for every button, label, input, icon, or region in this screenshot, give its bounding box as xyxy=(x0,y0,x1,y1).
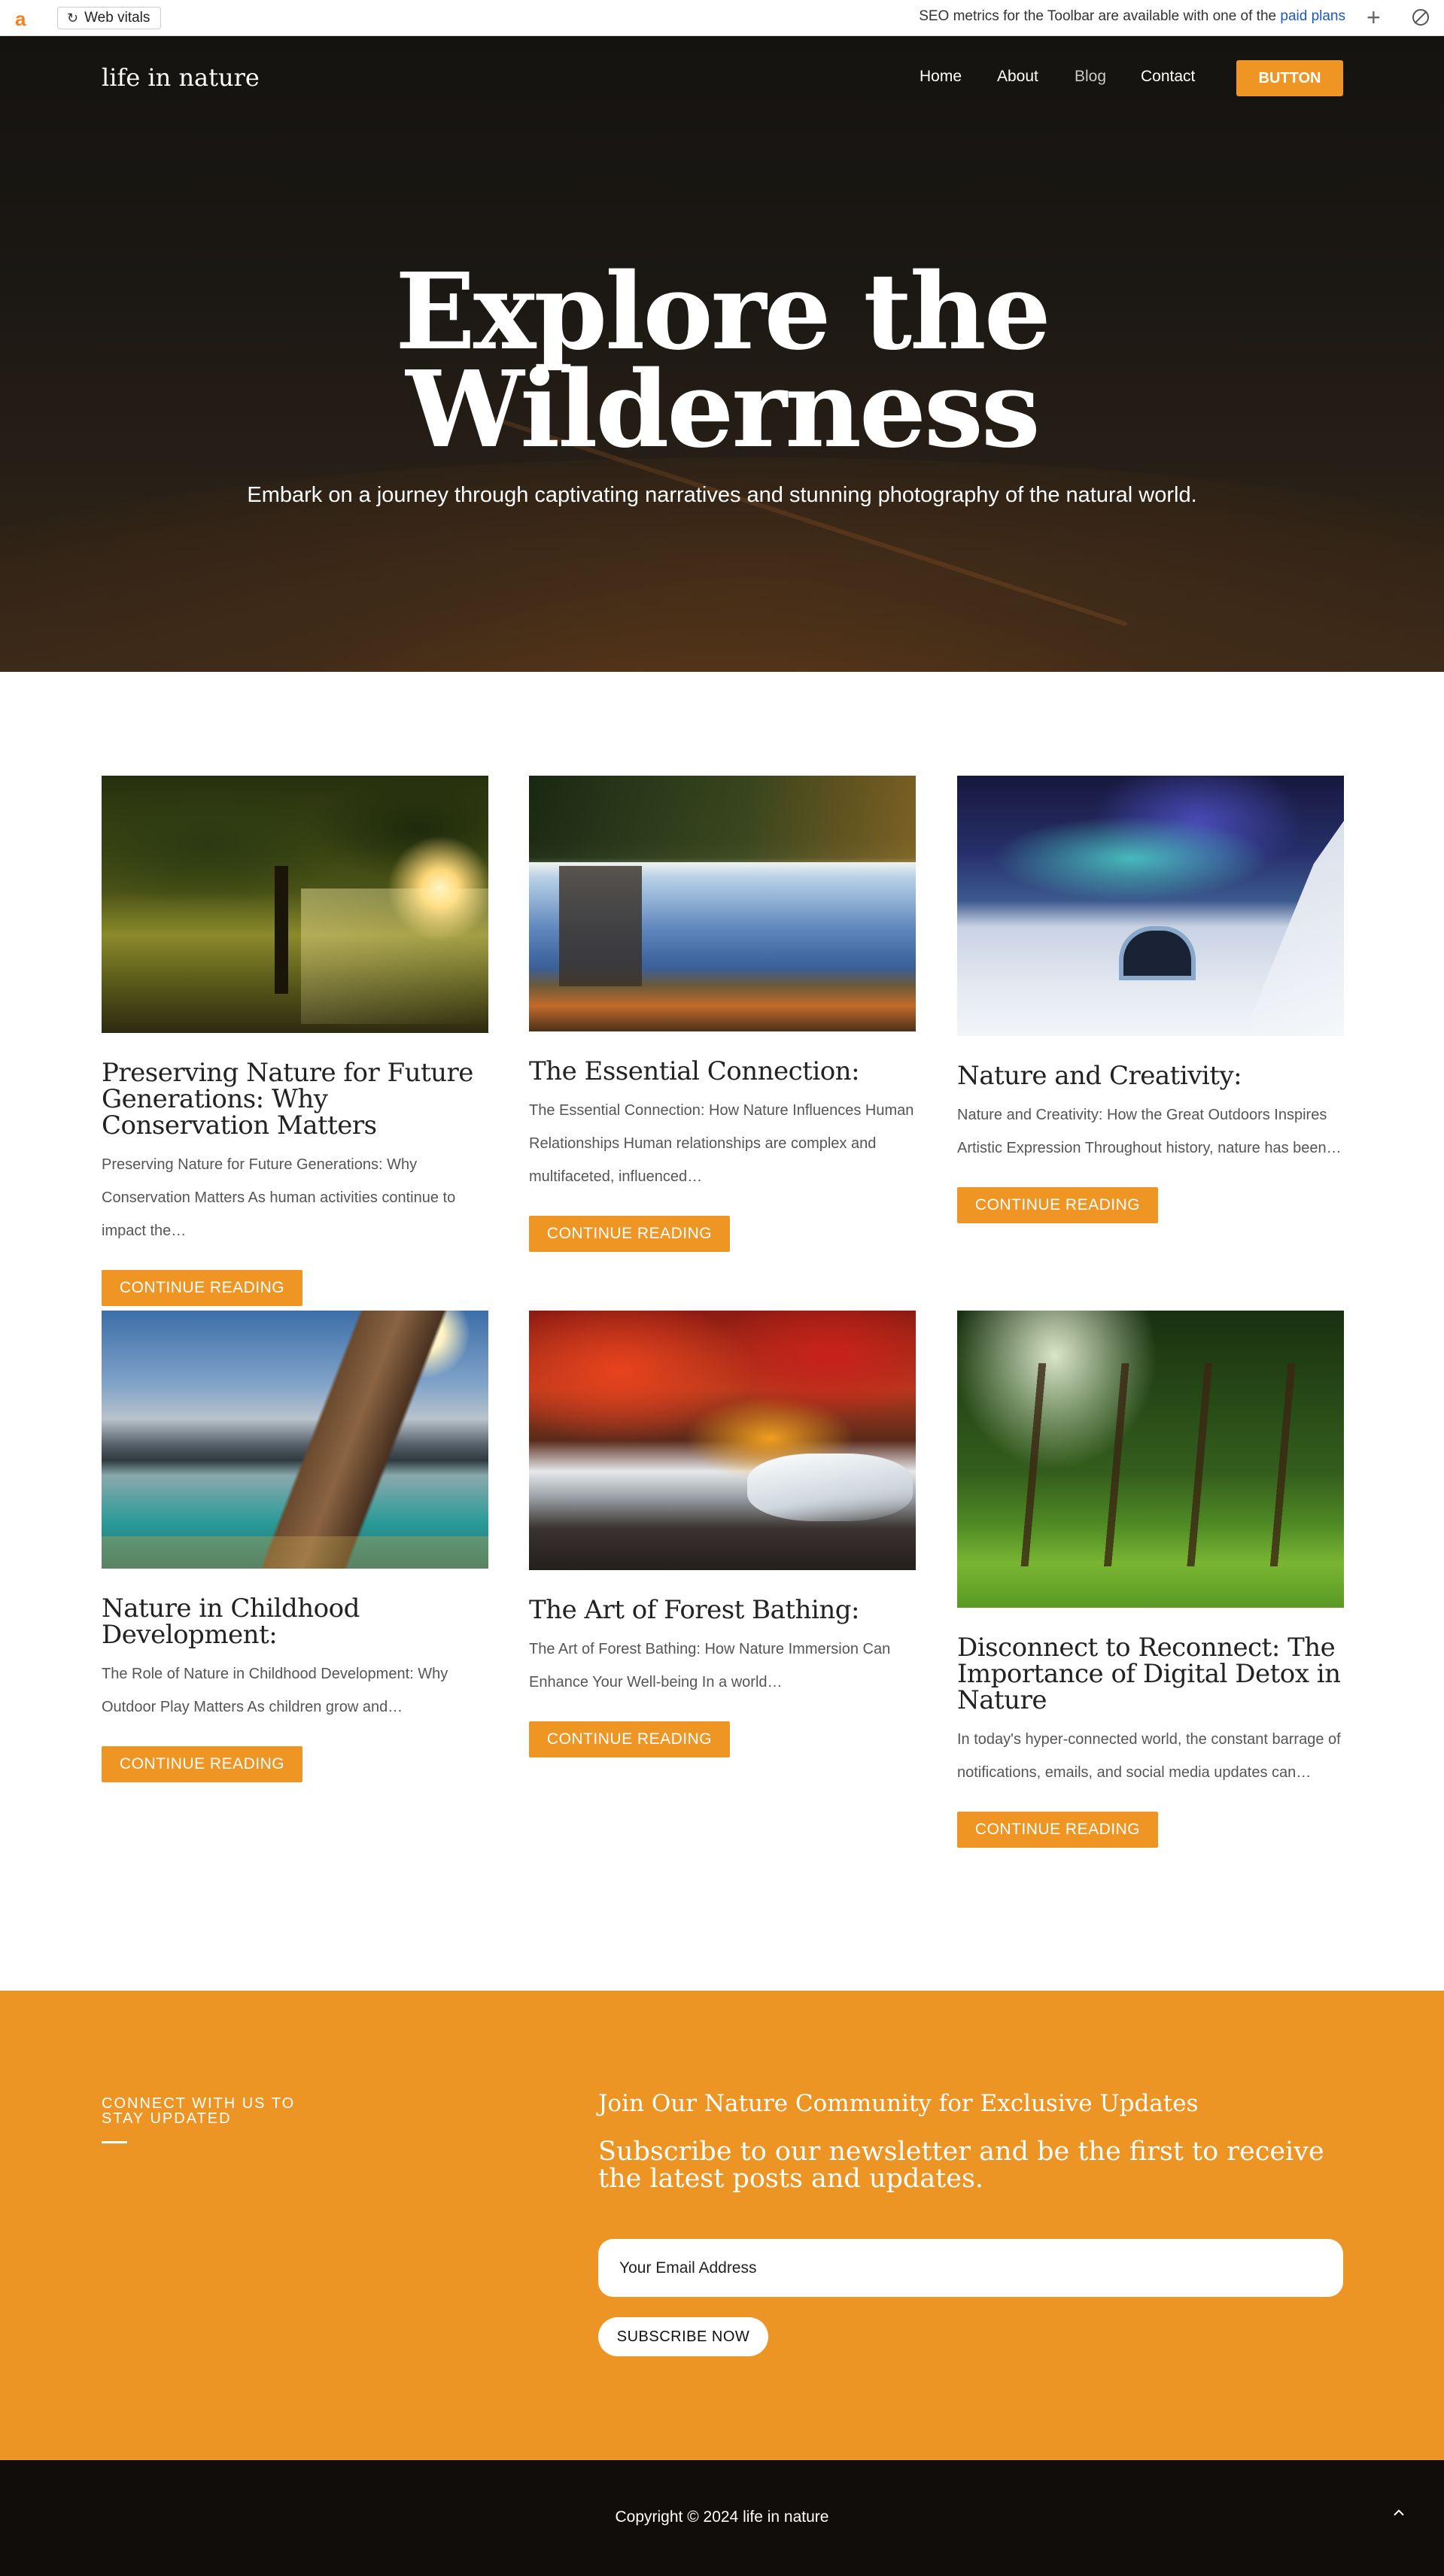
continue-reading-button[interactable]: CONTINUE READING xyxy=(102,1270,302,1306)
paid-plans-link[interactable]: paid plans xyxy=(1280,8,1345,24)
hero-title: Explore the Wilderness xyxy=(395,251,1051,472)
plus-icon[interactable]: + xyxy=(1366,4,1381,31)
subscribe-button[interactable]: SUBSCRIBE NOW xyxy=(598,2317,768,2356)
newsletter-subtitle: Subscribe to our newsletter and be the f… xyxy=(598,2137,1324,2194)
nav-contact[interactable]: Contact xyxy=(1141,68,1195,86)
block-icon[interactable] xyxy=(1412,9,1429,26)
post-title[interactable]: Nature and Creativity: xyxy=(957,1063,1344,1089)
post-excerpt: The Role of Nature in Childhood Developm… xyxy=(102,1666,448,1715)
web-vitals-label: Web vitals xyxy=(84,10,150,26)
hero-subtitle: Embark on a journey through captivating … xyxy=(247,483,1197,507)
post-image-waterfall[interactable] xyxy=(529,776,916,1031)
post-title[interactable]: The Essential Connection: xyxy=(529,1059,916,1085)
post-excerpt: In today's hyper-connected world, the co… xyxy=(957,1731,1341,1781)
connect-label: CONNECT WITH US TO STAY UPDATED xyxy=(102,2095,296,2127)
header-cta-button[interactable]: BUTTON xyxy=(1236,60,1343,96)
continue-reading-button[interactable]: CONTINUE READING xyxy=(957,1187,1158,1223)
continue-reading-button[interactable]: CONTINUE READING xyxy=(957,1812,1158,1848)
refresh-icon: ↻ xyxy=(67,10,79,26)
scroll-to-top-button[interactable] xyxy=(1384,2498,1414,2528)
post-card: Nature in Childhood Development: The Rol… xyxy=(102,1311,488,1782)
browser-extension-toolbar: a ↻ Web vitals SEO metrics for the Toolb… xyxy=(0,0,1444,36)
post-image-green-forest[interactable] xyxy=(957,1311,1344,1608)
site-footer: Copyright © 2024 life in nature xyxy=(0,2460,1444,2576)
seo-metrics-text: SEO metrics for the Toolbar are availabl… xyxy=(919,8,1277,24)
post-image-aurora-ice-tunnel[interactable] xyxy=(957,776,1344,1036)
web-vitals-button[interactable]: ↻ Web vitals xyxy=(57,7,162,29)
post-card: The Essential Connection: The Essential … xyxy=(529,776,916,1252)
email-field[interactable] xyxy=(598,2239,1343,2297)
post-excerpt: The Art of Forest Bathing: How Nature Im… xyxy=(529,1641,891,1690)
post-image-autumn-stream[interactable] xyxy=(529,1311,916,1570)
continue-reading-button[interactable]: CONTINUE READING xyxy=(102,1746,302,1782)
post-title[interactable]: Nature in Childhood Development: xyxy=(102,1596,488,1648)
site-brand[interactable]: life in nature xyxy=(102,63,260,92)
nav-home[interactable]: Home xyxy=(920,68,962,86)
post-card: Preserving Nature for Future Generations… xyxy=(102,776,488,1306)
post-card: The Art of Forest Bathing: The Art of Fo… xyxy=(529,1311,916,1757)
nav-blog[interactable]: Blog xyxy=(1075,68,1106,86)
post-title[interactable]: The Art of Forest Bathing: xyxy=(529,1597,916,1624)
newsletter-section: CONNECT WITH US TO STAY UPDATED Join Our… xyxy=(0,1991,1444,2460)
post-excerpt: Nature and Creativity: How the Great Out… xyxy=(957,1107,1342,1156)
ahrefs-logo-icon[interactable]: a xyxy=(15,8,26,31)
connect-divider xyxy=(102,2141,127,2143)
copyright-text: Copyright © 2024 life in nature xyxy=(615,2508,829,2526)
seo-metrics-notice: SEO metrics for the Toolbar are availabl… xyxy=(919,8,1345,25)
post-excerpt: Preserving Nature for Future Generations… xyxy=(102,1156,456,1239)
chevron-up-icon xyxy=(1394,2509,1404,2516)
post-card: Nature and Creativity: Nature and Creati… xyxy=(957,776,1344,1223)
continue-reading-button[interactable]: CONTINUE READING xyxy=(529,1216,730,1252)
post-title[interactable]: Disconnect to Reconnect: The Importance … xyxy=(957,1635,1344,1714)
post-excerpt: The Essential Connection: How Nature Inf… xyxy=(529,1102,914,1185)
continue-reading-button[interactable]: CONTINUE READING xyxy=(529,1721,730,1757)
hero-section: life in nature Home About Blog Contact B… xyxy=(0,36,1444,672)
newsletter-title: Join Our Nature Community for Exclusive … xyxy=(598,2090,1199,2117)
post-card: Disconnect to Reconnect: The Importance … xyxy=(957,1311,1344,1848)
nav-about[interactable]: About xyxy=(997,68,1038,86)
post-title[interactable]: Preserving Nature for Future Generations… xyxy=(102,1060,488,1139)
post-image-oak-tree-sunlight[interactable] xyxy=(102,776,488,1033)
post-image-lake-tree[interactable] xyxy=(102,1311,488,1569)
